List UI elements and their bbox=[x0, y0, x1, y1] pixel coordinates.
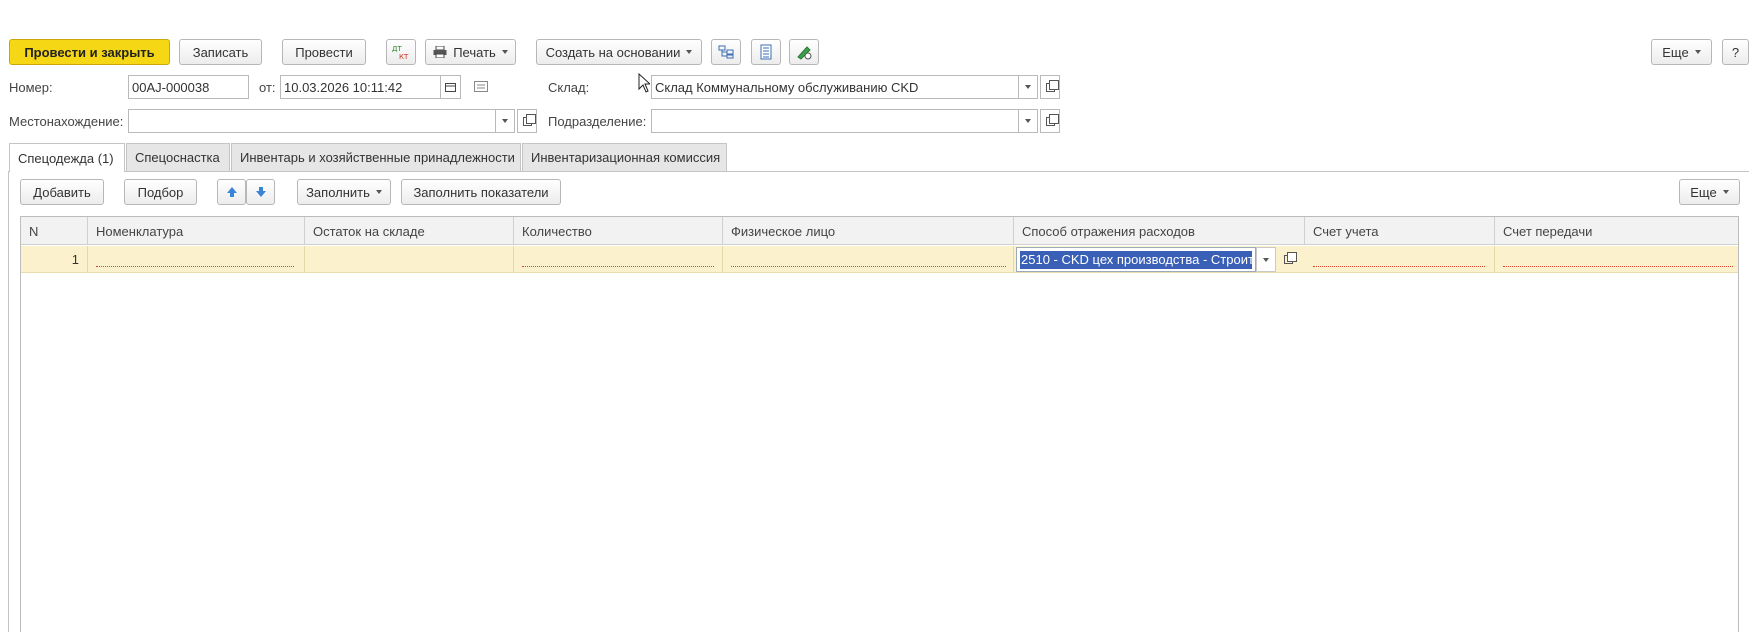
document-structure-icon bbox=[718, 45, 734, 59]
post-and-close-button[interactable]: Провести и закрыть bbox=[9, 39, 170, 65]
panel-border bbox=[8, 171, 9, 632]
expense-method-editor[interactable]: 2510 - CKD цех производства - Строит bbox=[1016, 247, 1256, 272]
create-based-label: Создать на основании bbox=[545, 44, 681, 60]
chevron-down-icon bbox=[501, 50, 508, 54]
cell-transfer-account[interactable] bbox=[1495, 246, 1740, 273]
warehouse-label: Склад: bbox=[548, 80, 590, 95]
cell-nomenclature[interactable] bbox=[88, 246, 305, 273]
chevron-down-icon bbox=[686, 50, 693, 54]
chevron-down-icon bbox=[375, 190, 382, 194]
help-button[interactable]: ? bbox=[1722, 39, 1749, 65]
required-underline bbox=[1503, 266, 1733, 267]
calendar-icon bbox=[445, 83, 456, 92]
tab-inventory-household[interactable]: Инвентарь и хозяйственные принадлежности bbox=[231, 143, 521, 171]
tab-special-equipment[interactable]: Спецоснастка bbox=[126, 143, 230, 171]
post-button[interactable]: Провести bbox=[282, 39, 366, 65]
column-header-person[interactable]: Физическое лицо bbox=[723, 217, 1014, 245]
cell-account[interactable] bbox=[1305, 246, 1495, 273]
dt-kt-icon: ДТ КТ bbox=[392, 45, 409, 60]
location-field[interactable] bbox=[128, 109, 496, 133]
svg-text:КТ: КТ bbox=[399, 53, 409, 60]
column-header-quantity[interactable]: Количество bbox=[514, 217, 723, 245]
fill-label: Заполнить bbox=[306, 184, 370, 200]
chevron-down-icon bbox=[1694, 50, 1701, 54]
division-label: Подразделение: bbox=[548, 114, 647, 129]
warehouse-open-button[interactable] bbox=[1040, 75, 1060, 99]
chevron-down-icon bbox=[1263, 257, 1269, 262]
print-button[interactable]: Печать bbox=[425, 39, 516, 65]
division-open-button[interactable] bbox=[1040, 109, 1060, 133]
column-header-nomenclature[interactable]: Номенклатура bbox=[88, 217, 305, 245]
mouse-cursor-icon bbox=[638, 72, 652, 96]
column-header-account[interactable]: Счет учета bbox=[1305, 217, 1495, 245]
move-up-button[interactable] bbox=[217, 179, 246, 205]
cell-quantity[interactable] bbox=[514, 246, 723, 273]
create-based-on-button[interactable]: Создать на основании bbox=[536, 39, 702, 65]
tab-underline bbox=[8, 171, 1749, 172]
arrow-down-icon bbox=[255, 187, 266, 197]
comment-button[interactable] bbox=[474, 81, 488, 96]
expense-method-dropdown-button[interactable] bbox=[1256, 247, 1276, 272]
division-field[interactable] bbox=[651, 109, 1019, 133]
edit-button[interactable] bbox=[789, 39, 819, 65]
more-label: Еще bbox=[1662, 44, 1689, 60]
tab-inventory-commission[interactable]: Инвентаризационная комиссия bbox=[522, 143, 727, 171]
table-header: N Номенклатура Остаток на складе Количес… bbox=[21, 217, 1738, 245]
more-button[interactable]: Еще bbox=[1651, 39, 1712, 65]
pencil-icon bbox=[797, 46, 812, 60]
warehouse-field[interactable]: Склад Коммунальному обслуживанию CKD bbox=[651, 75, 1019, 99]
cell-person[interactable] bbox=[723, 246, 1014, 273]
structure-button[interactable] bbox=[711, 39, 741, 65]
column-header-transfer-account[interactable]: Счет передачи bbox=[1495, 217, 1740, 245]
svg-text:ДТ: ДТ bbox=[392, 45, 402, 53]
print-label: Печать bbox=[453, 44, 496, 60]
fill-indicators-button[interactable]: Заполнить показатели bbox=[401, 179, 561, 205]
expense-method-value[interactable]: 2510 - CKD цех производства - Строит bbox=[1020, 251, 1252, 269]
report-button[interactable] bbox=[751, 39, 781, 65]
report-icon bbox=[760, 44, 772, 60]
open-icon bbox=[522, 113, 536, 126]
open-icon bbox=[1045, 79, 1059, 92]
date-field[interactable]: 10.03.2026 10:11:42 bbox=[280, 75, 441, 99]
required-underline bbox=[522, 266, 714, 267]
chevron-down-icon bbox=[502, 119, 508, 123]
calendar-button[interactable] bbox=[440, 75, 461, 99]
location-open-button[interactable] bbox=[517, 109, 537, 133]
items-table[interactable]: N Номенклатура Остаток на складе Количес… bbox=[20, 216, 1739, 632]
comment-icon bbox=[474, 81, 488, 92]
open-icon bbox=[1045, 113, 1059, 126]
table-more-label: Еще bbox=[1690, 184, 1717, 200]
table-more-button[interactable]: Еще bbox=[1679, 179, 1740, 205]
row-number: 1 bbox=[21, 246, 88, 273]
save-button[interactable]: Записать bbox=[179, 39, 262, 65]
open-icon bbox=[1283, 252, 1297, 264]
number-label: Номер: bbox=[9, 80, 53, 95]
chevron-down-icon bbox=[1025, 85, 1031, 89]
dt-kt-button[interactable]: ДТ КТ bbox=[386, 39, 416, 65]
move-down-button[interactable] bbox=[246, 179, 275, 205]
printer-icon bbox=[433, 46, 447, 58]
add-button[interactable]: Добавить bbox=[20, 179, 104, 205]
column-header-expense-method[interactable]: Способ отражения расходов bbox=[1014, 217, 1305, 245]
pick-button[interactable]: Подбор bbox=[124, 179, 197, 205]
expense-method-open-button[interactable] bbox=[1278, 247, 1298, 272]
required-underline bbox=[1313, 266, 1485, 267]
warehouse-dropdown-button[interactable] bbox=[1018, 75, 1038, 99]
tab-special-clothing[interactable]: Спецодежда (1) bbox=[9, 143, 125, 172]
chevron-down-icon bbox=[1722, 190, 1729, 194]
division-dropdown-button[interactable] bbox=[1018, 109, 1038, 133]
fill-button[interactable]: Заполнить bbox=[297, 179, 391, 205]
location-label: Местонахождение: bbox=[9, 114, 124, 129]
date-label: от: bbox=[259, 80, 276, 95]
number-field[interactable]: 00AJ-000038 bbox=[128, 75, 249, 99]
required-underline bbox=[731, 266, 1006, 267]
column-header-n[interactable]: N bbox=[21, 217, 88, 245]
required-underline bbox=[96, 266, 294, 267]
location-dropdown-button[interactable] bbox=[495, 109, 515, 133]
arrow-up-icon bbox=[226, 187, 237, 197]
chevron-down-icon bbox=[1025, 119, 1031, 123]
column-header-stock[interactable]: Остаток на складе bbox=[305, 217, 514, 245]
table-row[interactable]: 1 2510 - CKD цех производства - Строит bbox=[21, 246, 1738, 273]
cell-stock[interactable] bbox=[305, 246, 514, 273]
